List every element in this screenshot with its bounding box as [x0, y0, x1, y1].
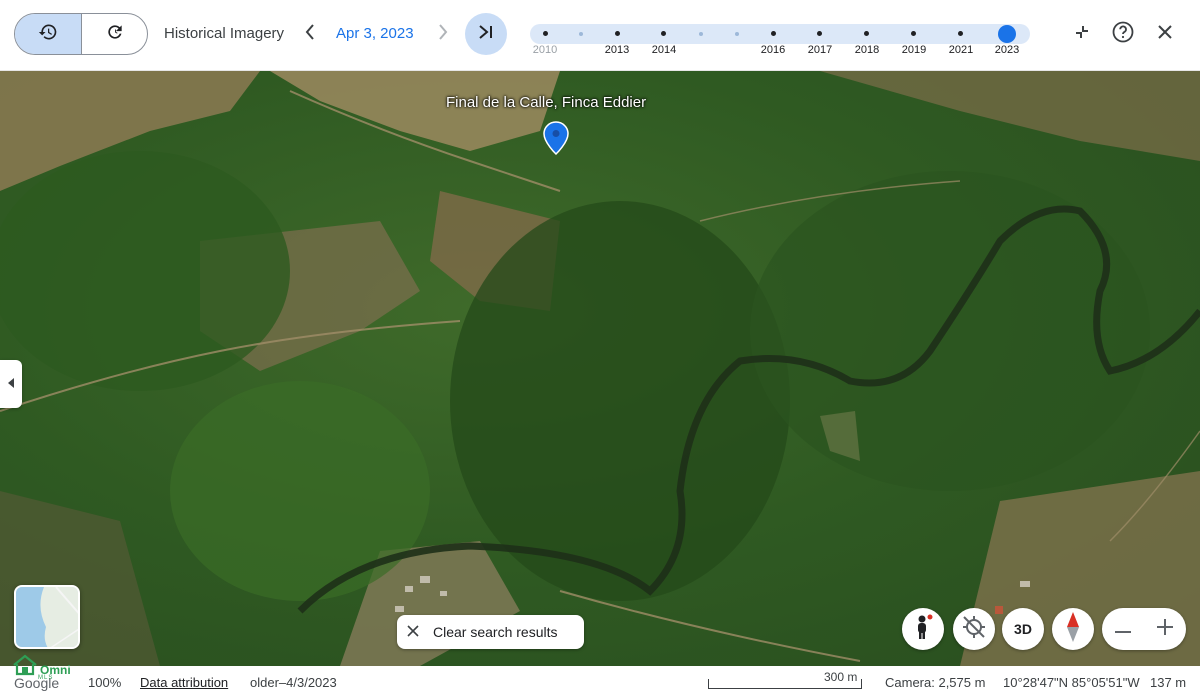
timeline-year-label: 2023 [994, 44, 1020, 56]
timeline-tick[interactable] [661, 31, 666, 36]
chevron-left-icon [305, 23, 315, 45]
minimap-icon [16, 587, 78, 647]
timeline-year-label: 2010 [532, 44, 558, 56]
imagery-date-range: older–4/3/2023 [250, 675, 337, 690]
clear-search-results-label: Clear search results [433, 624, 558, 640]
skip-to-latest-icon [477, 24, 495, 45]
watermark-text: Omni [40, 663, 71, 677]
street-view-button[interactable] [902, 608, 944, 650]
clear-search-results-button[interactable]: Clear search results [397, 615, 584, 649]
collapse-button[interactable] [1066, 18, 1098, 50]
scale-label: 300 m [824, 670, 858, 684]
omni-mls-watermark: Omni MLS [12, 654, 71, 681]
timeline-year-label: 2018 [854, 44, 880, 56]
data-attribution-link[interactable]: Data attribution [140, 675, 228, 690]
zoom-percentage: 100% [88, 675, 122, 690]
layer-switcher-thumbnail[interactable] [14, 585, 80, 649]
timeline-current-marker[interactable] [998, 25, 1016, 43]
collapse-icon [1073, 23, 1091, 46]
house-icon [12, 654, 38, 681]
satellite-imagery [0, 71, 1200, 666]
tilt-icon [961, 614, 987, 645]
historical-imagery-title: Historical Imagery [164, 25, 285, 42]
next-date-button[interactable] [433, 22, 453, 46]
timeline-year-label: 2019 [901, 44, 927, 56]
close-icon [1157, 24, 1173, 45]
timeline-tick[interactable] [615, 31, 620, 36]
timeline-tick[interactable] [699, 32, 703, 36]
timeline-year-label: 2013 [604, 44, 630, 56]
timeline-year-label: 2016 [760, 44, 786, 56]
timeline-tick[interactable] [735, 32, 739, 36]
location-pin-icon [543, 121, 569, 159]
zoom-controls [1102, 608, 1186, 650]
pegman-icon [913, 614, 933, 645]
timeline-year-label: 2014 [651, 44, 677, 56]
caret-left-icon [7, 375, 15, 393]
timeline-tick[interactable] [958, 31, 963, 36]
timeline-tick[interactable] [579, 32, 583, 36]
help-button[interactable] [1107, 18, 1139, 50]
history-icon [38, 22, 58, 47]
timeline-tick[interactable] [543, 31, 548, 36]
timeline-year-label: 2017 [807, 44, 833, 56]
satellite-map[interactable]: Final de la Calle, Finca Eddier Clear se… [0, 71, 1200, 666]
place-label: Final de la Calle, Finca Eddier [446, 94, 647, 111]
minus-icon [1115, 620, 1131, 638]
history-mode-button[interactable] [15, 14, 81, 54]
coordinates-readout: 10°28'47"N 85°05'51"W [1003, 675, 1140, 690]
side-panel-toggle[interactable] [0, 360, 22, 408]
tilt-toggle-button[interactable] [953, 608, 995, 650]
imagery-timeline[interactable] [530, 24, 1030, 44]
previous-date-button[interactable] [300, 22, 320, 46]
camera-altitude: Camera: 2,575 m [885, 675, 986, 690]
help-icon [1111, 20, 1135, 49]
timeline-year-label: 2021 [948, 44, 974, 56]
timeline-tick[interactable] [817, 31, 822, 36]
close-icon [407, 624, 419, 640]
zoom-in-button[interactable] [1144, 608, 1186, 650]
plus-icon [1157, 618, 1173, 640]
current-date-label: Apr 3, 2023 [336, 25, 414, 42]
refresh-icon [105, 22, 125, 47]
3d-toggle-button[interactable]: 3D [1002, 608, 1044, 650]
search-result-marker[interactable] [543, 121, 569, 160]
status-bar: Google 100% Data attribution older–4/3/2… [0, 666, 1200, 695]
zoom-out-button[interactable] [1102, 608, 1144, 650]
compass-button[interactable] [1052, 608, 1094, 650]
close-button[interactable] [1149, 18, 1181, 50]
chevron-right-icon [438, 23, 448, 45]
timeline-tick[interactable] [864, 31, 869, 36]
refresh-mode-button[interactable] [81, 14, 147, 54]
historical-imagery-toolbar: Historical Imagery Apr 3, 2023 2010 2013… [0, 0, 1200, 71]
imagery-mode-toggle [14, 13, 148, 55]
ground-elevation: 137 m [1150, 675, 1187, 690]
compass-icon [1066, 611, 1080, 647]
timeline-tick[interactable] [911, 31, 916, 36]
skip-to-latest-button[interactable] [465, 13, 507, 55]
timeline-tick[interactable] [771, 31, 776, 36]
